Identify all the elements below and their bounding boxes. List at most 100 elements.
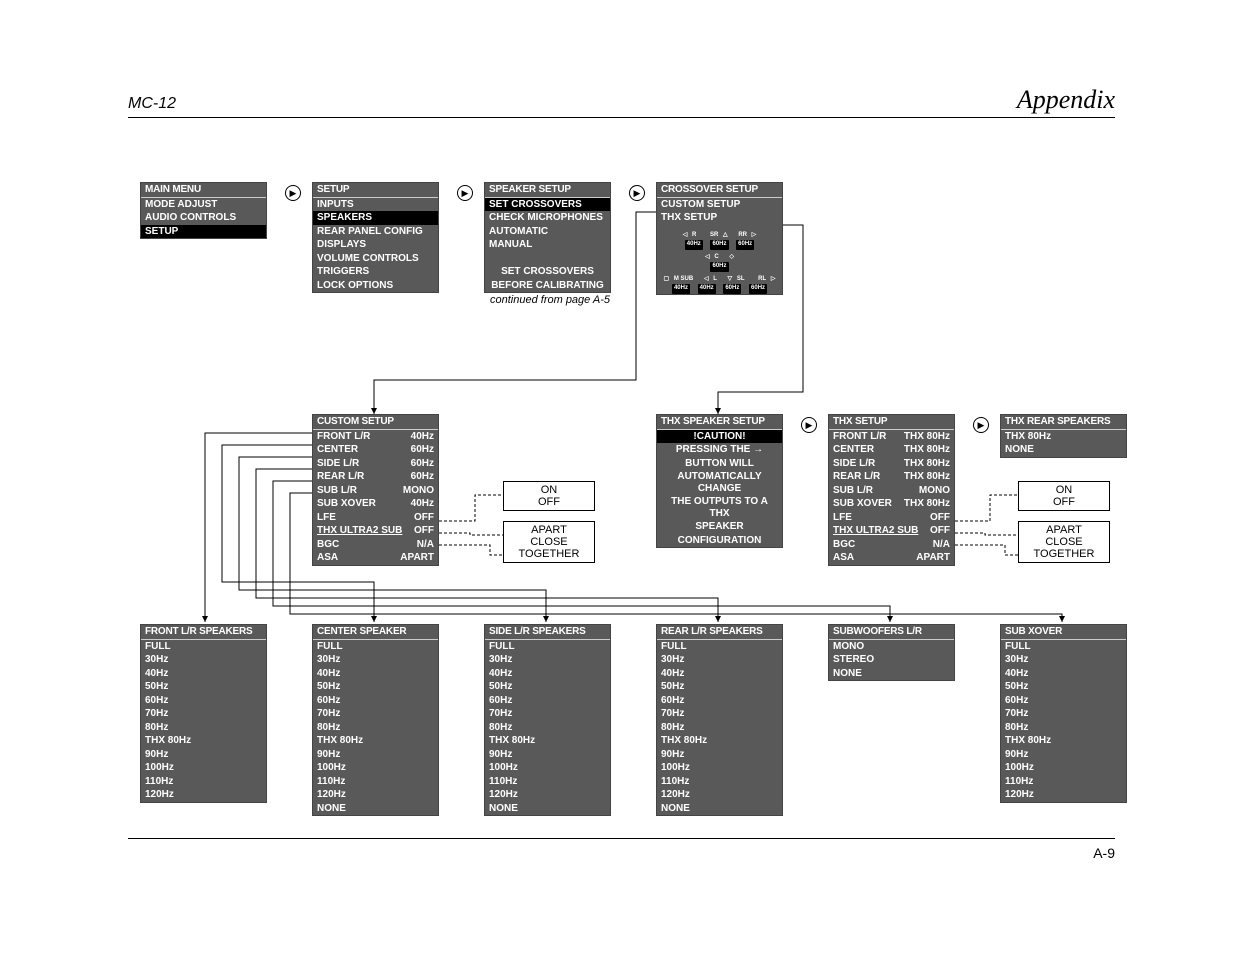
appendix-title: Appendix [1017,85,1115,115]
list-item: AUTOMATIC [485,225,610,239]
list-item: OFF [1019,496,1109,508]
list-item: CLOSE [504,536,594,548]
list-item: 50Hz [485,680,610,694]
menu-thx-caution: THX SPEAKER SETUP !CAUTION! PRESSING THE… [656,414,783,548]
table-row: SUB XOVERTHX 80Hz [829,497,954,511]
nav-right-icon: ▶ [801,417,817,433]
nav-right-icon: ▶ [973,417,989,433]
table-row: BGCN/A [313,538,438,552]
table-row: SUB L/RMONO [313,484,438,498]
list-item: 80Hz [1001,721,1126,735]
list-item: MANUAL [485,238,610,252]
list-item: 120Hz [657,788,782,802]
table-row: SUB XOVER40Hz [313,497,438,511]
list-item: 60Hz [1001,694,1126,708]
list-item: 30Hz [1001,653,1126,667]
nav-right-icon: ▶ [285,185,301,201]
table-row: REAR L/RTHX 80Hz [829,470,954,484]
menu-center-speaker: CENTER SPEAKERFULL30Hz40Hz50Hz60Hz70Hz80… [312,624,439,816]
list-item: 70Hz [657,707,782,721]
table-row: THX ULTRA2 SUBOFF [313,524,438,538]
table-row: FRONT L/RTHX 80Hz [829,430,954,444]
list-item: 90Hz [485,748,610,762]
list-item: 100Hz [657,761,782,775]
menu-bottom-title: SIDE L/R SPEAKERS [485,625,610,640]
list-item: CHECK MICROPHONES [485,211,610,225]
menu-bottom-title: FRONT L/R SPEAKERS [141,625,266,640]
list-item: INPUTS [313,198,438,212]
page-header: MC-12 Appendix [128,85,1115,118]
list-item: 40Hz [485,667,610,681]
table-row: BGCN/A [829,538,954,552]
list-item: FULL [657,640,782,654]
list-item: 60Hz [141,694,266,708]
list-item: SET CROSSOVERS [485,198,610,212]
list-item: NONE [1001,443,1126,457]
list-item: THX 80Hz [141,734,266,748]
list-item: SPEAKER [657,520,782,534]
table-row: SUB L/RMONO [829,484,954,498]
list-item: CUSTOM SETUP [657,198,782,212]
menu-thx-rear-title: THX REAR SPEAKERS [1001,415,1126,430]
list-item: BUTTON WILL [657,457,782,471]
list-item: THX 80Hz [657,734,782,748]
list-item: 50Hz [141,680,266,694]
menu-subwoofers-l-r: SUBWOOFERS L/RMONOSTEREONONE [828,624,955,681]
connector-lines [0,0,1235,954]
list-item: 90Hz [1001,748,1126,762]
table-row: CENTER60Hz [313,443,438,457]
menu-crossover-setup: CROSSOVER SETUP CUSTOM SETUP THX SETUP ◁… [656,182,783,295]
list-item: 90Hz [141,748,266,762]
menu-thx-caution-title: THX SPEAKER SETUP [657,415,782,430]
menu-speaker-setup-title: SPEAKER SETUP [485,183,610,198]
list-item: 110Hz [313,775,438,789]
list-item: APART [504,524,594,536]
page-number: A-9 [1093,845,1115,861]
list-item: 100Hz [485,761,610,775]
list-item: CONFIGURATION [657,534,782,548]
table-row: THX ULTRA2 SUBOFF [829,524,954,538]
menu-crossover-setup-title: CROSSOVER SETUP [657,183,782,198]
table-row: REAR L/R60Hz [313,470,438,484]
list-item: 120Hz [485,788,610,802]
menu-custom-setup-title: CUSTOM SETUP [313,415,438,430]
list-item: 120Hz [313,788,438,802]
menu-custom-setup: CUSTOM SETUP FRONT L/R40Hz CENTER60Hz SI… [312,414,439,566]
table-row: FRONT L/R40Hz [313,430,438,444]
menu-thx-setup-title: THX SETUP [829,415,954,430]
list-item [485,252,610,266]
list-item: 70Hz [1001,707,1126,721]
list-item: THX 80Hz [485,734,610,748]
table-row: SIDE L/R60Hz [313,457,438,471]
table-row: LFEOFF [313,511,438,525]
list-item: 40Hz [141,667,266,681]
list-item: 100Hz [141,761,266,775]
list-item: NONE [485,802,610,816]
list-item: BEFORE CALIBRATING [485,279,610,293]
list-item: FULL [1001,640,1126,654]
list-item: FULL [313,640,438,654]
list-item: 90Hz [657,748,782,762]
menu-bottom-title: CENTER SPEAKER [313,625,438,640]
list-item: THX 80Hz [1001,734,1126,748]
menu-bottom-title: SUB XOVER [1001,625,1126,640]
list-item: MONO [829,640,954,654]
list-item: NONE [313,802,438,816]
list-item: FULL [485,640,610,654]
list-item: AUTOMATICALLY CHANGE [657,470,782,495]
table-row: LFEOFF [829,511,954,525]
list-item: AUDIO CONTROLS [141,211,266,225]
menu-rear-l-r-speakers: REAR L/R SPEAKERSFULL30Hz40Hz50Hz60Hz70H… [656,624,783,816]
list-item: 60Hz [313,694,438,708]
list-item: TRIGGERS [313,265,438,279]
list-item: THX 80Hz [313,734,438,748]
list-item: 100Hz [1001,761,1126,775]
list-item: 50Hz [657,680,782,694]
list-item: DISPLAYS [313,238,438,252]
list-item: 30Hz [657,653,782,667]
nav-right-icon: ▶ [457,185,473,201]
list-item: PRESSING THE → [657,443,782,457]
list-item: NONE [657,802,782,816]
list-item: VOLUME CONTROLS [313,252,438,266]
option-asa: APART CLOSE TOGETHER [503,521,595,563]
